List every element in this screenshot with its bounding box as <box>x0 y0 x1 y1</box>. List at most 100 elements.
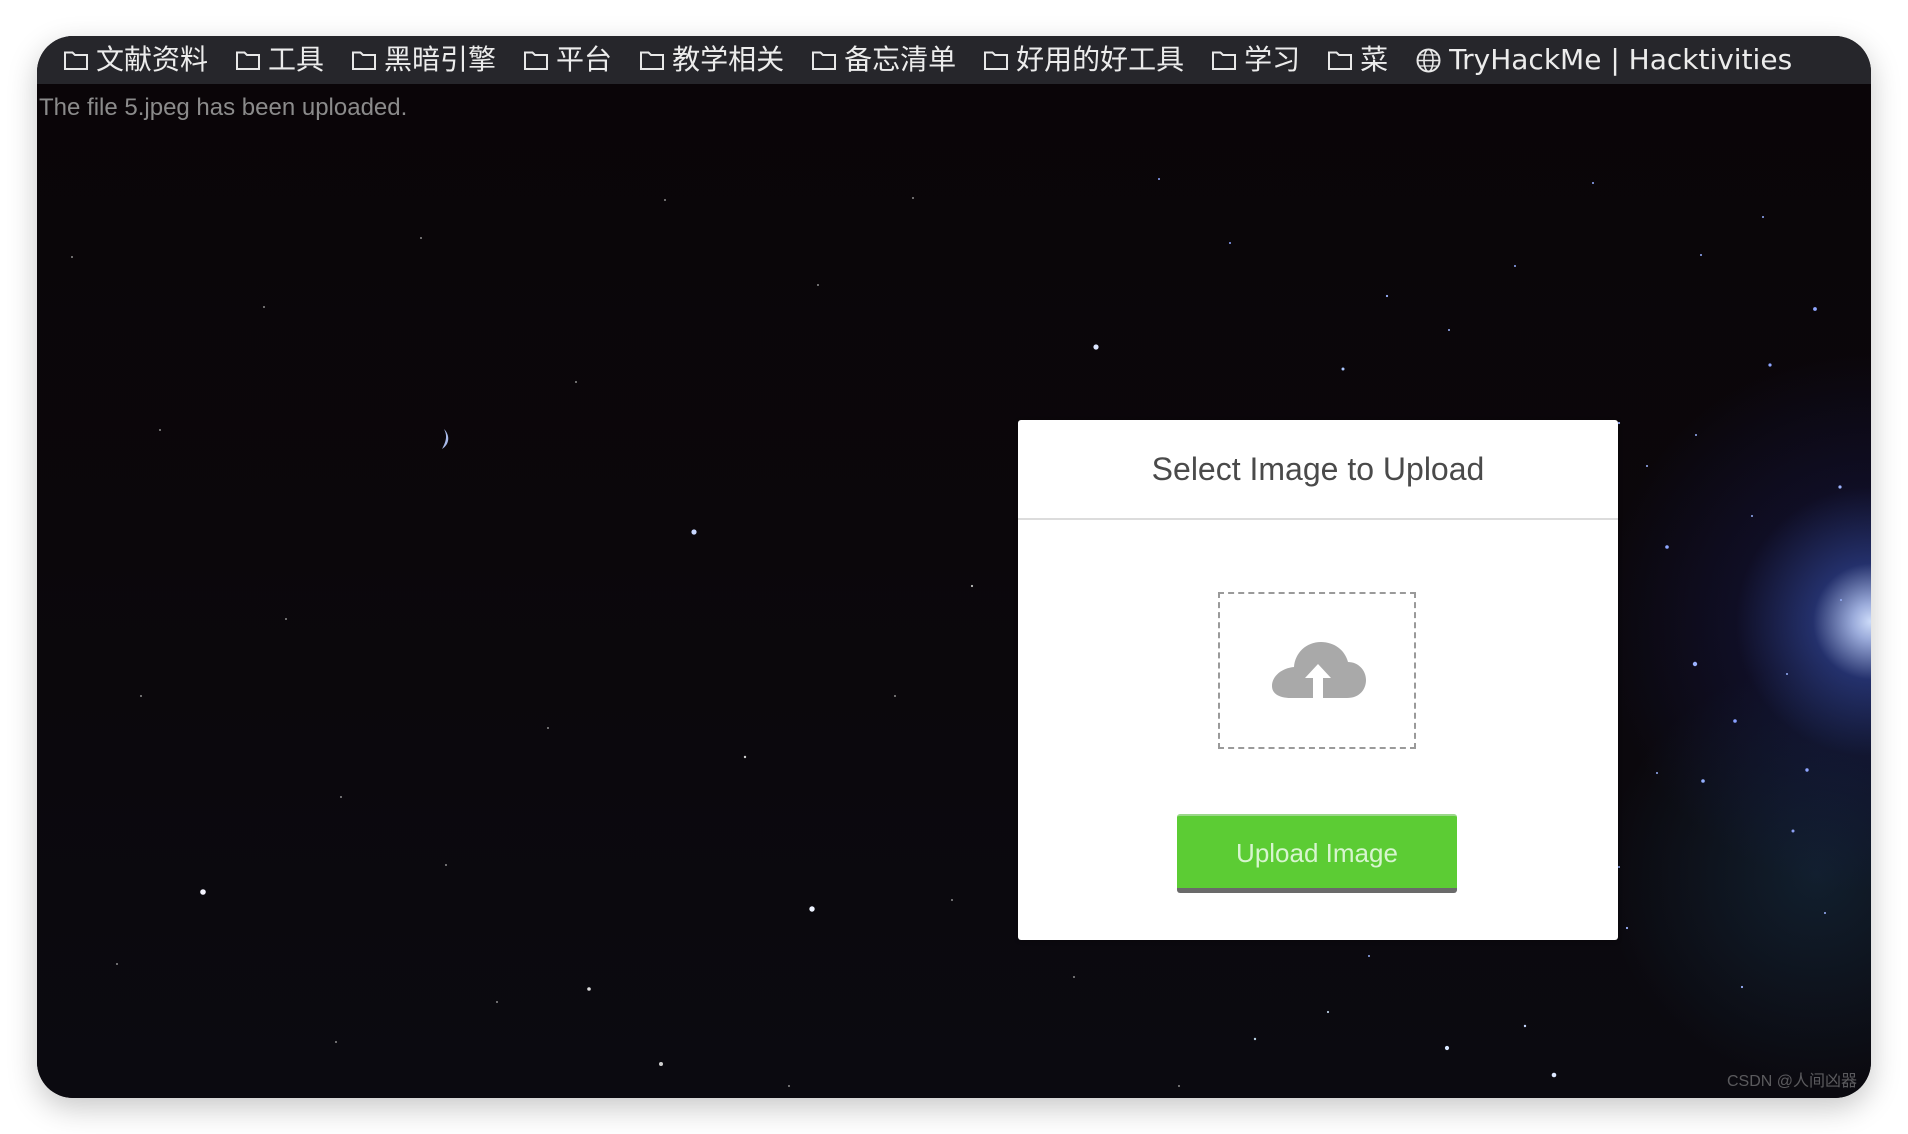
star <box>1551 1072 1557 1078</box>
star <box>659 1062 663 1066</box>
star <box>1665 545 1669 549</box>
star <box>1341 367 1345 371</box>
star <box>912 197 914 199</box>
star <box>1692 661 1698 667</box>
star <box>1523 1024 1527 1028</box>
star <box>1813 307 1817 311</box>
cloud-upload-icon <box>1272 641 1366 698</box>
folder-icon <box>640 51 665 70</box>
folder-icon <box>236 51 261 70</box>
star <box>420 237 422 239</box>
bookmark-folder-teaching[interactable]: 教学相关 <box>639 46 784 74</box>
star <box>951 899 953 901</box>
star <box>1701 779 1705 783</box>
star <box>1592 182 1594 184</box>
star <box>116 963 118 965</box>
star <box>1824 912 1826 914</box>
star <box>1368 955 1370 957</box>
star <box>263 306 265 308</box>
star <box>547 727 549 729</box>
bookmark-folder-platform[interactable]: 平台 <box>523 46 612 74</box>
bookmark-label: 工具 <box>268 43 325 76</box>
bookmark-folder-cai[interactable]: 菜 <box>1327 46 1388 74</box>
bookmark-folder-tools[interactable]: 工具 <box>235 46 324 74</box>
image-dropzone[interactable] <box>1218 592 1416 749</box>
star <box>1695 434 1697 436</box>
bookmark-label: 学习 <box>1244 43 1301 76</box>
bookmark-folder-docs[interactable]: 文献资料 <box>63 46 208 74</box>
star <box>1093 344 1099 350</box>
star <box>1700 254 1702 256</box>
star <box>1158 178 1160 180</box>
star <box>1762 216 1764 218</box>
upload-panel-title: Select Image to Upload <box>1018 420 1618 520</box>
folder-icon <box>812 51 837 70</box>
star <box>71 256 73 258</box>
star <box>1617 421 1621 425</box>
star <box>1073 976 1075 978</box>
upload-success-message: The file 5.jpeg has been uploaded. <box>39 94 408 121</box>
bookmark-label: 好用的好工具 <box>1016 43 1185 76</box>
star <box>743 755 747 759</box>
star <box>1625 926 1629 930</box>
star <box>1253 1037 1257 1041</box>
crescent-moon-icon <box>442 429 449 449</box>
bookmarks-bar: 文献资料 工具 黑暗引擎 平台 教学相关 备忘清单 好用的好工具 学习 菜 Tr… <box>37 36 1871 84</box>
star <box>691 529 697 535</box>
star <box>1805 768 1809 772</box>
star <box>1646 465 1648 467</box>
star <box>285 618 287 620</box>
star <box>664 199 666 201</box>
bookmark-folder-dark-engine[interactable]: 黑暗引擎 <box>351 46 496 74</box>
star <box>1448 329 1450 331</box>
star <box>1444 1045 1450 1051</box>
folder-icon <box>984 51 1009 70</box>
star <box>587 987 591 991</box>
bookmark-folder-good-tools[interactable]: 好用的好工具 <box>983 46 1184 74</box>
star <box>1229 242 1231 244</box>
star <box>970 584 974 588</box>
bookmark-folder-cheatsheets[interactable]: 备忘清单 <box>811 46 956 74</box>
bookmark-label: 黑暗引擎 <box>384 43 497 76</box>
upload-panel: Select Image to Upload Upload Image <box>1018 420 1618 940</box>
bookmark-label: TryHackMe | Hacktivities <box>1449 43 1793 76</box>
bookmark-label: 文献资料 <box>96 43 209 76</box>
star <box>496 1001 498 1003</box>
star <box>335 1041 337 1043</box>
browser-window: 文献资料 工具 黑暗引擎 平台 教学相关 备忘清单 好用的好工具 学习 菜 Tr… <box>37 36 1871 1098</box>
star <box>340 796 342 798</box>
folder-icon <box>352 51 377 70</box>
star <box>159 429 161 431</box>
star <box>1751 515 1753 517</box>
star <box>1840 599 1842 601</box>
star <box>894 695 896 697</box>
star <box>1740 985 1744 989</box>
star <box>1791 829 1795 833</box>
star <box>445 864 447 866</box>
folder-icon <box>1212 51 1237 70</box>
folder-icon <box>524 51 549 70</box>
star <box>1618 866 1620 868</box>
star <box>1514 265 1516 267</box>
bookmark-label: 菜 <box>1360 43 1389 76</box>
folder-icon <box>1328 51 1353 70</box>
star <box>1656 772 1658 774</box>
globe-icon <box>1416 48 1441 72</box>
upload-image-button[interactable]: Upload Image <box>1177 814 1457 893</box>
bookmark-label: 平台 <box>556 43 613 76</box>
bookmark-folder-study[interactable]: 学习 <box>1211 46 1300 74</box>
folder-icon <box>64 51 88 70</box>
star <box>817 284 819 286</box>
star <box>1385 294 1389 298</box>
page-content: The file 5.jpeg has been uploaded. Selec… <box>37 84 1871 1098</box>
bookmark-label: 备忘清单 <box>844 43 957 76</box>
star <box>1733 719 1737 723</box>
star <box>1326 1010 1330 1014</box>
star <box>1768 363 1772 367</box>
star <box>1786 673 1788 675</box>
bookmark-tryhackme[interactable]: TryHackMe | Hacktivities <box>1415 46 1792 74</box>
star <box>140 695 142 697</box>
star <box>575 381 577 383</box>
star <box>1838 485 1842 489</box>
star <box>200 889 206 895</box>
